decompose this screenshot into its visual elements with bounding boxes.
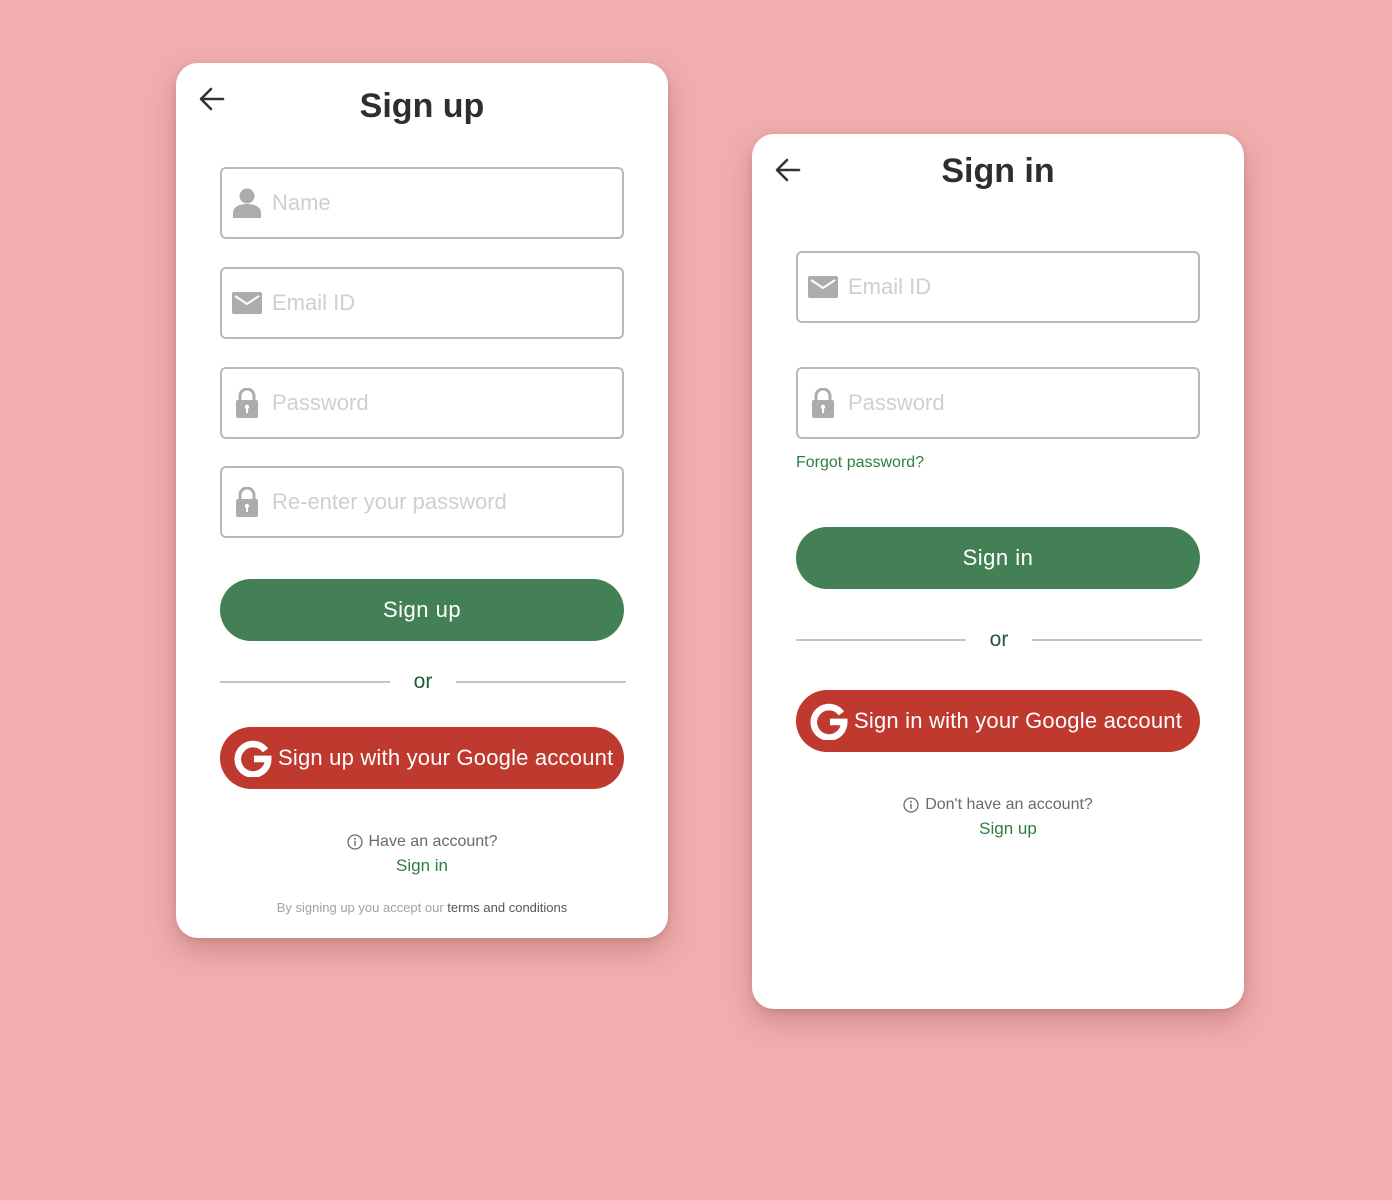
- google-signup-button[interactable]: Sign up with your Google account: [220, 727, 624, 789]
- email-input[interactable]: [272, 283, 612, 323]
- or-divider: or: [796, 628, 1202, 652]
- password-field[interactable]: [220, 367, 624, 439]
- account-prompt-text: Don't have an account?: [925, 796, 1093, 813]
- google-signin-label: Sign in with your Google account: [854, 708, 1183, 733]
- signup-button[interactable]: Sign up: [220, 579, 624, 641]
- terms-prefix: By signing up you accept our: [276, 900, 444, 915]
- info-icon: [903, 797, 919, 813]
- divider-line: [220, 681, 390, 683]
- google-icon: [234, 740, 272, 777]
- password-field[interactable]: [796, 367, 1200, 439]
- mail-icon: [232, 288, 262, 318]
- signin-card: Sign in Forgot password? Sign in or: [752, 134, 1244, 1009]
- info-icon: [346, 834, 363, 850]
- terms-text: By signing up you accept our terms and c…: [176, 900, 668, 915]
- google-icon: [810, 703, 848, 740]
- terms-link[interactable]: terms and conditions: [447, 900, 567, 915]
- page-title: Sign in: [941, 152, 1055, 190]
- email-input[interactable]: [848, 267, 1188, 307]
- password-input[interactable]: [848, 383, 1188, 423]
- mail-icon: [808, 272, 838, 302]
- signup-card: Sign up Name Email ID Sign up or Sign up…: [176, 63, 668, 938]
- or-label: or: [989, 628, 1009, 651]
- password-input[interactable]: [272, 383, 612, 423]
- signin-link[interactable]: Sign in: [176, 856, 668, 876]
- forgot-password-link[interactable]: Forgot password?: [796, 454, 924, 472]
- divider-line: [1032, 639, 1202, 641]
- email-field[interactable]: [796, 251, 1200, 323]
- signup-link[interactable]: Sign up: [772, 819, 1244, 839]
- name-input[interactable]: [272, 183, 612, 223]
- confirm-password-input[interactable]: [272, 482, 612, 522]
- divider-line: [456, 681, 626, 683]
- account-prompt: Don't have an account?: [752, 796, 1244, 814]
- lock-icon: [808, 388, 838, 418]
- name-field[interactable]: [220, 167, 624, 239]
- lock-icon: [232, 487, 262, 517]
- account-prompt: Have an account?: [176, 833, 668, 851]
- divider-line: [796, 639, 966, 641]
- or-divider: or: [220, 670, 626, 694]
- page-title: Sign up: [359, 87, 485, 125]
- email-field[interactable]: [220, 267, 624, 339]
- confirm-password-field[interactable]: [220, 466, 624, 538]
- account-prompt-text: Have an account?: [368, 833, 498, 850]
- google-signin-button[interactable]: Sign in with your Google account: [796, 690, 1200, 752]
- signin-button[interactable]: Sign in: [796, 527, 1200, 589]
- google-signup-label: Sign up with your Google account: [278, 745, 614, 770]
- or-label: or: [413, 670, 433, 693]
- lock-icon: [232, 388, 262, 418]
- user-icon: [232, 188, 262, 218]
